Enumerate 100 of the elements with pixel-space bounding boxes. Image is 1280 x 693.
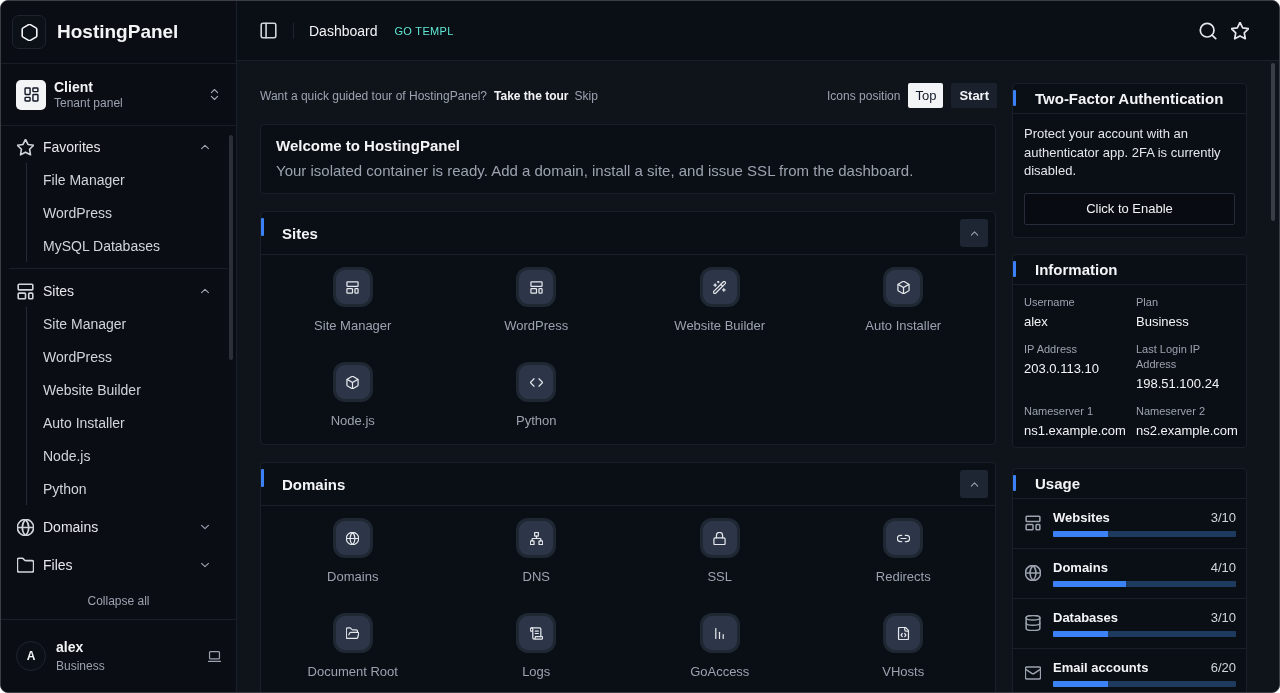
field-label: Nameserver 2	[1136, 403, 1207, 419]
section-title: Domains	[282, 475, 346, 493]
cube-icon	[332, 362, 373, 402]
card-title: Usage	[1035, 474, 1081, 492]
field-label: IP Address	[1024, 341, 1078, 357]
position-option[interactable]: Top	[908, 83, 944, 108]
nav-link[interactable]: MySQL Databases	[43, 229, 160, 262]
link-icon	[883, 518, 924, 558]
nav-group-header[interactable]: Files	[1, 549, 236, 581]
card-title: Information	[1035, 260, 1118, 278]
database-icon	[1025, 614, 1041, 631]
accent-bar	[261, 218, 264, 236]
usage-label: Email accounts	[1053, 658, 1149, 677]
section-title: Sites	[282, 224, 318, 242]
globe-icon	[1025, 564, 1041, 581]
star-icon[interactable]	[1231, 21, 1249, 40]
app-shortcut[interactable]: DNS	[516, 518, 557, 585]
nav-link[interactable]: WordPress	[43, 340, 112, 373]
usage-reading: 3/10	[1210, 508, 1236, 527]
field-value: 198.51.100.24	[1136, 374, 1221, 393]
field-value: ns2.example.com	[1136, 421, 1238, 440]
enable-button[interactable]: Click to Enable	[1024, 192, 1235, 225]
field-label: Nameserver 1	[1024, 403, 1095, 419]
panel-icon[interactable]	[260, 22, 277, 39]
lock-icon	[699, 518, 740, 558]
accent-bar	[1013, 260, 1016, 277]
collapse-all-button[interactable]: Collapse all	[73, 588, 164, 614]
field-label: Username	[1024, 294, 1076, 310]
accent-bar	[261, 469, 264, 487]
template-label: GO TEMPL	[394, 24, 454, 37]
scroll-icon	[516, 613, 557, 653]
app-shortcut[interactable]: Logs	[516, 613, 557, 680]
welcome-title: Welcome to HostingPanel	[276, 136, 461, 156]
user-plan: Business	[56, 658, 105, 674]
folder-icon	[17, 556, 34, 574]
laptop-icon[interactable]	[208, 649, 221, 663]
bar-chart-icon	[699, 613, 740, 653]
app-shortcut[interactable]: Website Builder	[674, 267, 766, 334]
mail-icon	[1025, 664, 1041, 681]
layout-icon	[332, 267, 373, 307]
nav-link[interactable]: Auto Installer	[43, 406, 125, 439]
layout-icon	[1025, 514, 1041, 531]
nav-link[interactable]: Node.js	[43, 439, 91, 472]
code-icon	[516, 362, 557, 402]
field-value: 203.0.113.10	[1024, 359, 1100, 378]
nav-group-header[interactable]: Favorites	[1, 131, 236, 163]
folder-icon	[332, 613, 373, 653]
app-shortcut[interactable]: Redirects	[875, 518, 931, 585]
usage-label: Databases	[1053, 608, 1119, 627]
skip-link[interactable]: Skip	[574, 88, 598, 103]
globe-icon	[332, 518, 373, 558]
grid-icon	[16, 79, 46, 110]
app-shortcut[interactable]: WordPress	[504, 267, 569, 334]
field-value: Business	[1136, 312, 1190, 331]
brand-name: HostingPanel	[57, 21, 179, 43]
nav-link[interactable]: Website Builder	[43, 373, 141, 406]
usage-reading: 4/10	[1210, 558, 1236, 577]
app-shortcut[interactable]: Python	[516, 362, 557, 429]
start-button[interactable]: Start	[951, 83, 997, 108]
nav-link[interactable]: Python	[43, 472, 87, 505]
app-shortcut[interactable]: Node.js	[330, 362, 375, 429]
scrollbar[interactable]	[1271, 63, 1275, 221]
user-name: alex	[56, 638, 85, 656]
accent-bar	[1013, 474, 1016, 491]
star-icon	[17, 138, 34, 156]
layout-icon	[516, 267, 557, 307]
take-tour-link[interactable]: Take the tour	[494, 88, 569, 103]
nav-link[interactable]: File Manager	[43, 163, 125, 196]
app-shortcut[interactable]: Domains	[327, 518, 379, 585]
layout-icon	[17, 282, 34, 300]
app-shortcut[interactable]: Auto Installer	[865, 267, 942, 334]
welcome-text: Your isolated container is ready. Add a domain, install a site, and issue SSL from the dashboard.	[276, 161, 915, 181]
field-label: Plan	[1136, 294, 1160, 310]
accent-bar	[1013, 90, 1016, 106]
usage-reading: 3/10	[1210, 608, 1236, 627]
search-icon[interactable]	[1199, 21, 1217, 40]
field-value: alex	[1024, 312, 1049, 331]
wand-icon	[699, 267, 740, 307]
tour-prompt: Want a quick guided tour of HostingPanel?	[260, 88, 488, 103]
field-label: Last Login IP Address	[1136, 341, 1201, 372]
workspace-subtitle: Tenant panel	[54, 95, 123, 111]
workspace-title: Client	[54, 78, 94, 96]
usage-reading: 6/20	[1210, 658, 1236, 677]
nav-group-header[interactable]: Sites	[1, 275, 236, 307]
globe-icon	[17, 518, 34, 536]
usage-label: Domains	[1053, 558, 1108, 577]
usage-label: Websites	[1053, 508, 1110, 527]
app-shortcut[interactable]: Site Manager	[314, 267, 392, 334]
app-shortcut[interactable]: Document Root	[307, 613, 398, 680]
app-shortcut[interactable]: GoAccess	[690, 613, 750, 680]
user-avatar: A	[16, 641, 46, 671]
nav-group-header[interactable]: Domains	[1, 511, 236, 543]
nav-link[interactable]: WordPress	[43, 196, 112, 229]
file-code-icon	[883, 613, 924, 653]
app-shortcut[interactable]: VHosts	[882, 613, 925, 680]
chevrons-up-down-icon[interactable]	[208, 88, 221, 101]
scrollbar[interactable]	[229, 135, 233, 360]
app-shortcut[interactable]: SSL	[699, 518, 740, 585]
network-icon	[516, 518, 557, 558]
nav-link[interactable]: Site Manager	[43, 307, 127, 340]
